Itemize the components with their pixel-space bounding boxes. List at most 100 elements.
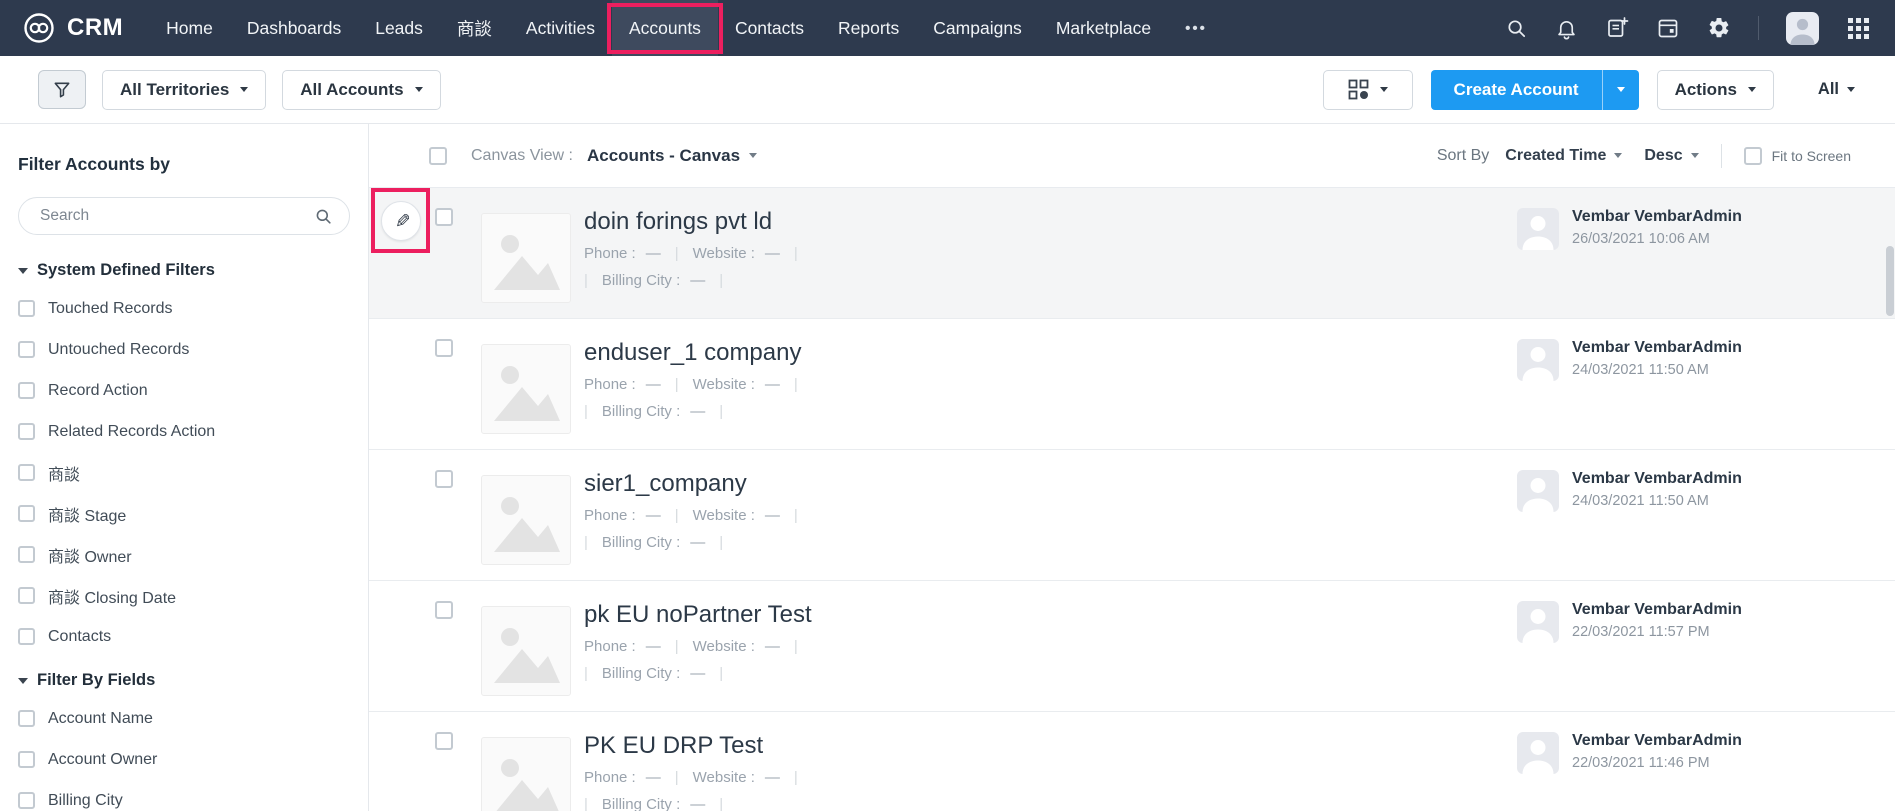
edit-button-highlight-box: ✎	[371, 188, 430, 253]
compose-note-icon[interactable]	[1605, 16, 1629, 40]
checkbox[interactable]	[18, 628, 35, 645]
app-launcher-grid-icon[interactable]	[1846, 16, 1871, 41]
nav-tab-reports[interactable]: Reports	[821, 0, 916, 56]
search-icon[interactable]	[314, 207, 333, 226]
checkbox[interactable]	[18, 464, 35, 481]
filter-billing-city[interactable]: Billing City	[18, 780, 350, 811]
checkbox[interactable]	[18, 382, 35, 399]
nav-tab-leads[interactable]: Leads	[358, 0, 440, 56]
system-filters-section-header[interactable]: System Defined Filters	[18, 261, 350, 280]
account-row[interactable]: PK EU DRP Test Phone : — | Website : — | | Bi…	[369, 712, 1895, 811]
owner-name[interactable]: Vembar VembarAdmin	[1572, 732, 1742, 750]
owner-name[interactable]: Vembar VembarAdmin	[1572, 601, 1742, 619]
list-view-dropdown[interactable]: All Accounts	[282, 69, 441, 110]
filter-shoudan-owner[interactable]: 商談 Owner	[18, 534, 350, 575]
brand[interactable]: CRM	[22, 0, 123, 56]
row-checkbox[interactable]	[435, 339, 453, 357]
toolbar-right: Create Account Actions All	[1322, 69, 1855, 110]
canvas-view-label: Canvas View :	[471, 146, 573, 164]
separator: |	[584, 665, 588, 682]
account-name-link[interactable]: pk EU noPartner Test	[584, 601, 812, 629]
filter-untouched-records[interactable]: Untouched Records	[18, 329, 350, 370]
chevron-down-icon	[1747, 87, 1756, 92]
account-image-placeholder	[481, 213, 571, 303]
more-tabs-icon[interactable]: •••	[1168, 0, 1224, 56]
actions-label: Actions	[1674, 79, 1737, 99]
select-all-checkbox[interactable]	[429, 146, 447, 165]
filter-shoudan[interactable]: 商談	[18, 452, 350, 493]
all-records-dropdown[interactable]: All	[1818, 80, 1855, 99]
checkbox[interactable]	[18, 341, 35, 358]
created-time: 26/03/2021 10:06 AM	[1572, 231, 1710, 247]
checkbox[interactable]	[18, 423, 35, 440]
checkbox[interactable]	[18, 710, 35, 727]
account-row[interactable]: enduser_1 company Phone : — | Website : — | …	[369, 319, 1895, 450]
divider	[1720, 143, 1722, 168]
nav-tab-accounts[interactable]: Accounts	[606, 0, 723, 56]
user-avatar[interactable]	[1786, 11, 1819, 45]
row-checkbox[interactable]	[435, 208, 453, 226]
account-row[interactable]: pk EU noPartner Test Phone : — | Website :…	[369, 581, 1895, 712]
notifications-bell-icon[interactable]	[1555, 17, 1578, 40]
owner-name[interactable]: Vembar VembarAdmin	[1572, 339, 1742, 357]
owner-name[interactable]: Vembar VembarAdmin	[1572, 470, 1742, 488]
account-name-link[interactable]: PK EU DRP Test	[584, 732, 812, 760]
filter-account-name[interactable]: Account Name	[18, 698, 350, 739]
fit-to-screen-label: Fit to Screen	[1771, 147, 1851, 164]
filter-record-action[interactable]: Record Action	[18, 370, 350, 411]
nav-tab-home[interactable]: Home	[149, 0, 230, 56]
edit-record-button[interactable]: ✎	[380, 200, 421, 241]
settings-gear-icon[interactable]	[1707, 16, 1731, 40]
owner-name[interactable]: Vembar VembarAdmin	[1572, 208, 1742, 226]
actions-dropdown-button[interactable]: Actions	[1656, 69, 1774, 110]
nav-tab-shoudan[interactable]: 商談	[440, 0, 509, 56]
filter-shoudan-closing-date[interactable]: 商談 Closing Date	[18, 575, 350, 616]
checkbox[interactable]	[18, 505, 35, 522]
vertical-scrollbar[interactable]	[1885, 188, 1895, 811]
list-toolbar: All Territories All Accounts Create Acco…	[0, 56, 1895, 123]
row-checkbox[interactable]	[435, 470, 453, 488]
filter-related-records-action[interactable]: Related Records Action	[18, 411, 350, 452]
canvas-view-selector-button[interactable]	[1322, 69, 1413, 110]
nav-tab-marketplace[interactable]: Marketplace	[1039, 0, 1168, 56]
account-row[interactable]: ✎ doin forings pvt ld Phone : — | Website …	[369, 188, 1895, 319]
filter-search-input[interactable]	[38, 206, 314, 226]
row-checkbox[interactable]	[435, 732, 453, 750]
account-name-link[interactable]: doin forings pvt ld	[584, 208, 812, 236]
nav-tab-contacts[interactable]: Contacts	[718, 0, 821, 56]
nav-tab-label: Dashboards	[246, 17, 342, 38]
sort-field-dropdown[interactable]: Created Time	[1505, 147, 1623, 165]
calendar-icon[interactable]	[1656, 16, 1680, 40]
filter-account-owner[interactable]: Account Owner	[18, 739, 350, 780]
fit-to-screen-checkbox[interactable]	[1743, 146, 1762, 165]
filter-contacts[interactable]: Contacts	[18, 616, 350, 657]
checkbox[interactable]	[18, 792, 35, 809]
row-checkbox[interactable]	[435, 601, 453, 619]
nav-tab-campaigns[interactable]: Campaigns	[916, 0, 1039, 56]
scrollbar-thumb[interactable]	[1886, 246, 1894, 316]
nav-tab-activities[interactable]: Activities	[509, 0, 612, 56]
phone-value: —	[645, 376, 661, 393]
canvas-view-dropdown[interactable]: Accounts - Canvas	[587, 146, 758, 166]
filter-funnel-button[interactable]	[38, 70, 86, 109]
checkbox[interactable]	[18, 546, 35, 563]
filter-shoudan-stage[interactable]: 商談 Stage	[18, 493, 350, 534]
checkbox[interactable]	[18, 751, 35, 768]
checkbox[interactable]	[18, 300, 35, 317]
checkbox[interactable]	[18, 587, 35, 604]
filter-by-fields-section-header[interactable]: Filter By Fields	[18, 671, 350, 690]
account-name-link[interactable]: enduser_1 company	[584, 339, 812, 367]
search-icon[interactable]	[1505, 17, 1528, 40]
filter-touched-records[interactable]: Touched Records	[18, 288, 350, 329]
sort-direction-dropdown[interactable]: Desc	[1644, 147, 1699, 165]
filter-label: 商談	[48, 466, 81, 484]
territories-dropdown[interactable]: All Territories	[102, 69, 267, 110]
created-time: 22/03/2021 11:46 PM	[1572, 755, 1710, 771]
create-account-dropdown-button[interactable]	[1601, 69, 1639, 110]
list-header: Canvas View : Accounts - Canvas Sort By …	[369, 124, 1895, 188]
separator: |	[793, 507, 798, 524]
create-account-button[interactable]: Create Account	[1430, 69, 1602, 110]
nav-tab-dashboards[interactable]: Dashboards	[230, 0, 358, 56]
account-row[interactable]: sier1_company Phone : — | Website : — | | Bil…	[369, 450, 1895, 581]
account-name-link[interactable]: sier1_company	[584, 470, 812, 498]
